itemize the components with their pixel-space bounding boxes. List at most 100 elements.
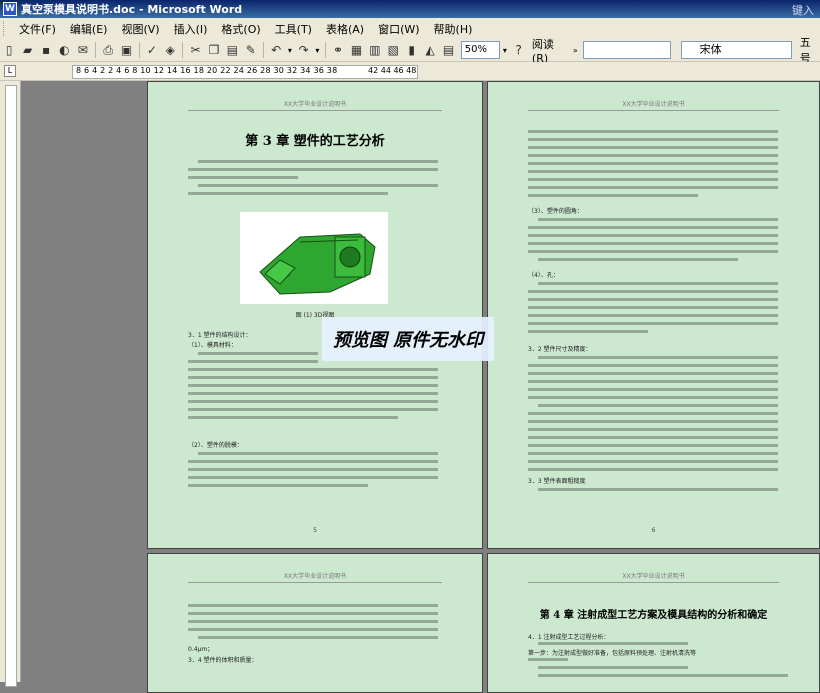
vertical-ruler[interactable] bbox=[0, 81, 21, 687]
text-line bbox=[528, 396, 778, 399]
toolbar-separator bbox=[95, 42, 96, 58]
text-line bbox=[528, 138, 778, 141]
menu-table[interactable]: 表格(A) bbox=[319, 21, 371, 37]
insert-table-icon[interactable]: ▥ bbox=[367, 41, 383, 59]
menu-edit[interactable]: 编辑(E) bbox=[63, 21, 115, 37]
text-line bbox=[188, 192, 388, 195]
zoom-box[interactable]: 50% bbox=[460, 41, 501, 59]
email-icon[interactable]: ✉ bbox=[75, 41, 91, 59]
word-app-icon[interactable]: W bbox=[3, 2, 17, 16]
title-bar: W 真空泵模具说明书.doc - Microsoft Word 键入 bbox=[0, 0, 820, 18]
text-line bbox=[188, 168, 438, 171]
text-line bbox=[538, 218, 778, 221]
section-1-title: （1）、模具材料： bbox=[188, 342, 237, 349]
insert-excel-icon[interactable]: ▧ bbox=[385, 41, 401, 59]
save-icon[interactable]: ▪ bbox=[38, 41, 54, 59]
page-header: XX大学毕业设计说明书 bbox=[188, 572, 442, 583]
text-line bbox=[528, 290, 778, 293]
text-line bbox=[528, 194, 698, 197]
page-1[interactable]: XX大学毕业设计说明书 第 3 章 塑件的工艺分析 图 (1) 3D视图 3．1… bbox=[147, 81, 483, 549]
document-workspace[interactable]: XX大学毕业设计说明书 第 3 章 塑件的工艺分析 图 (1) 3D视图 3．1… bbox=[21, 81, 820, 693]
text-line bbox=[528, 146, 778, 149]
page-2[interactable]: XX大学毕业设计说明书 （3）、塑件的圆角： （4）、孔： 3．2 塑件尺寸及精… bbox=[487, 81, 820, 549]
redo-icon[interactable]: ↷ bbox=[295, 41, 311, 59]
text-line bbox=[528, 372, 778, 375]
roughness-value: 0.4μm； bbox=[188, 646, 214, 653]
research-icon[interactable]: ◈ bbox=[162, 41, 178, 59]
text-line bbox=[188, 360, 318, 363]
page-4[interactable]: XX大学毕业设计说明书 第 4 章 注射成型工艺方案及模具结构的分析和确定 4．… bbox=[487, 553, 820, 693]
cut-icon[interactable]: ✂ bbox=[187, 41, 203, 59]
text-line bbox=[528, 380, 778, 383]
document-map-icon[interactable]: ▤ bbox=[440, 41, 456, 59]
menu-grip[interactable] bbox=[3, 21, 7, 36]
text-line bbox=[538, 488, 778, 491]
help-question-box[interactable]: 键入 bbox=[792, 2, 814, 18]
style-box[interactable] bbox=[582, 41, 671, 59]
text-line bbox=[528, 234, 778, 237]
standard-toolbar: ▯ ▰ ▪ ◐ ✉ ⎙ ▣ ✓ ◈ ✂ ❐ ▤ ✎ ↶ ▾ ↷ ▾ ⚭ ▦ ▥ … bbox=[0, 36, 820, 65]
text-line bbox=[528, 306, 778, 309]
section-3-1-title: 3．1 塑件的结构设计： bbox=[188, 332, 252, 339]
3d-model-image bbox=[240, 212, 388, 304]
text-line bbox=[188, 476, 438, 479]
redo-dropdown-icon[interactable]: ▾ bbox=[313, 42, 322, 58]
text-line bbox=[198, 636, 438, 639]
tab-selector[interactable]: L bbox=[4, 65, 16, 77]
columns-icon[interactable]: ▮ bbox=[404, 41, 420, 59]
hyperlink-icon[interactable]: ⚭ bbox=[330, 41, 346, 59]
toolbar-separator bbox=[324, 42, 326, 58]
open-folder-icon[interactable]: ▰ bbox=[19, 41, 35, 59]
print-icon[interactable]: ⎙ bbox=[100, 41, 116, 59]
text-line bbox=[538, 258, 738, 261]
text-line bbox=[528, 322, 778, 325]
toolbar-options-icon[interactable]: » bbox=[571, 42, 580, 58]
font-box[interactable]: 宋体 bbox=[680, 41, 792, 59]
text-line bbox=[538, 674, 788, 677]
section-3-title: （3）、塑件的圆角： bbox=[528, 208, 583, 215]
format-painter-icon[interactable]: ✎ bbox=[243, 41, 259, 59]
text-line bbox=[188, 176, 298, 179]
drawing-icon[interactable]: ◭ bbox=[422, 41, 438, 59]
text-line bbox=[188, 400, 438, 403]
menu-format[interactable]: 格式(O) bbox=[214, 21, 267, 37]
horizontal-ruler[interactable]: L 8 6 4 2 2 4 6 8 10 12 14 16 18 20 22 2… bbox=[0, 62, 820, 81]
text-line bbox=[188, 368, 438, 371]
help-icon[interactable]: ? bbox=[511, 41, 527, 59]
text-line bbox=[528, 314, 778, 317]
menu-view[interactable]: 视图(V) bbox=[114, 21, 166, 37]
menu-file[interactable]: 文件(F) bbox=[12, 21, 63, 37]
menu-help[interactable]: 帮助(H) bbox=[427, 21, 480, 37]
text-line bbox=[188, 604, 438, 607]
text-line bbox=[198, 184, 438, 187]
section-4-1-title: 4．1 注射成型工艺过程分析： bbox=[528, 634, 610, 641]
menu-insert[interactable]: 插入(I) bbox=[167, 21, 215, 37]
text-line bbox=[188, 612, 438, 615]
permission-icon[interactable]: ◐ bbox=[56, 41, 72, 59]
new-document-icon[interactable]: ▯ bbox=[1, 41, 17, 59]
read-button[interactable]: 阅读(R) bbox=[528, 38, 571, 65]
menu-window[interactable]: 窗口(W) bbox=[371, 21, 426, 37]
text-line bbox=[198, 452, 438, 455]
spelling-icon[interactable]: ✓ bbox=[144, 41, 160, 59]
copy-icon[interactable]: ❐ bbox=[206, 41, 222, 59]
print-preview-icon[interactable]: ▣ bbox=[118, 41, 134, 59]
text-line bbox=[528, 154, 778, 157]
page-header: XX大学毕业设计说明书 bbox=[528, 572, 779, 583]
paste-icon[interactable]: ▤ bbox=[224, 41, 240, 59]
text-line bbox=[528, 364, 778, 367]
undo-dropdown-icon[interactable]: ▾ bbox=[285, 42, 294, 58]
text-line bbox=[188, 468, 438, 471]
page-3[interactable]: XX大学毕业设计说明书 0.4μm； 3．4 塑件的体积和质量： bbox=[147, 553, 483, 693]
text-line bbox=[538, 642, 688, 645]
zoom-dropdown-icon[interactable]: ▾ bbox=[500, 42, 509, 58]
text-line bbox=[528, 452, 778, 455]
menu-tools[interactable]: 工具(T) bbox=[268, 21, 319, 37]
undo-icon[interactable]: ↶ bbox=[268, 41, 284, 59]
text-line bbox=[528, 250, 778, 253]
ruler-numbers: 8 6 4 2 2 4 6 8 10 12 14 16 18 20 22 24 … bbox=[76, 66, 338, 75]
tables-borders-icon[interactable]: ▦ bbox=[348, 41, 364, 59]
page-header: XX大学毕业设计说明书 bbox=[528, 100, 779, 111]
section-3-3-title: 3．3 塑件表面粗糙度 bbox=[528, 478, 586, 485]
page-header: XX大学毕业设计说明书 bbox=[188, 100, 442, 111]
